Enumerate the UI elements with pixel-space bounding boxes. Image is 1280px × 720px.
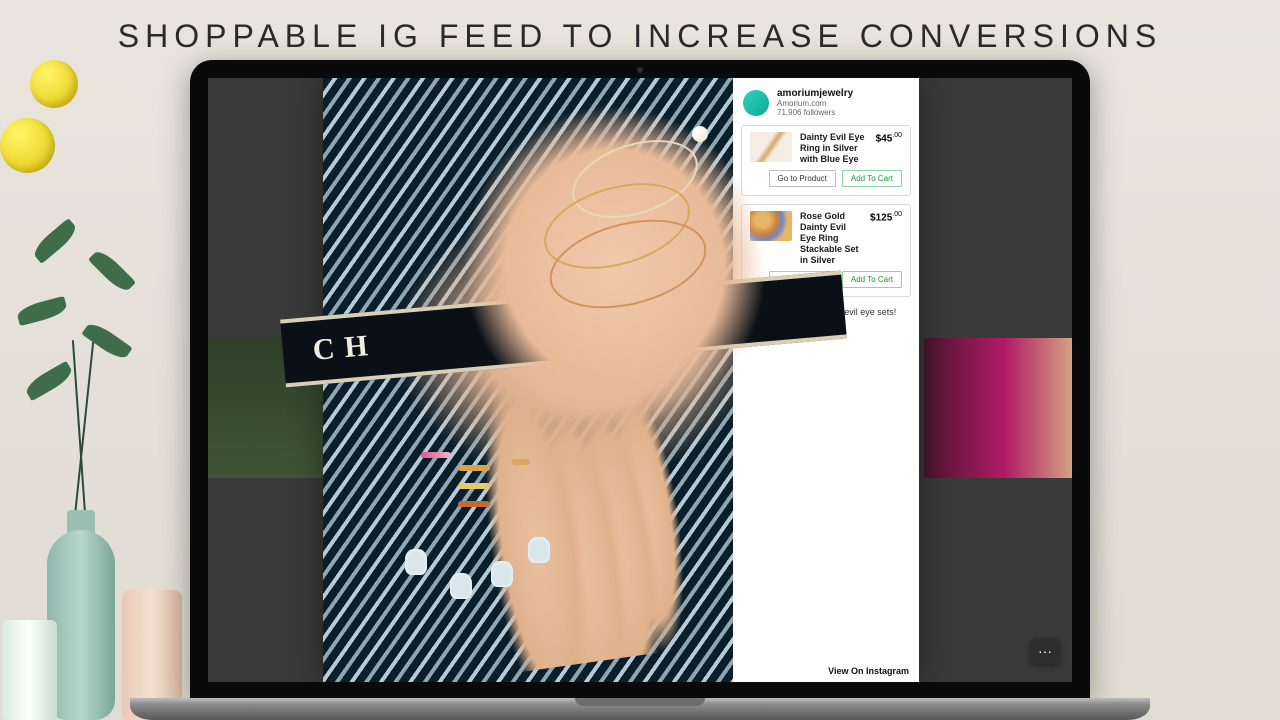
add-to-cart-button[interactable]: Add To Cart (842, 170, 902, 187)
laptop-viewport: ‹ amoriumjewelry Amorium.com 71 (208, 78, 1072, 682)
product-card: Dainty Evil Eye Ring in Silver with Blue… (741, 125, 911, 196)
slider-thumb-right[interactable] (924, 338, 1072, 478)
shoppable-popup: amoriumjewelry Amorium.com 71,906 follow… (323, 78, 919, 682)
page-headline: SHOPPABLE IG FEED TO INCREASE CONVERSION… (0, 18, 1280, 55)
laptop-camera-dot (637, 67, 643, 73)
product-thumbnail[interactable] (750, 132, 792, 162)
product-title: Rose Gold Dainty Evil Eye Ring Stackable… (800, 211, 862, 265)
laptop-base (130, 698, 1150, 720)
chat-widget-icon[interactable]: ··· (1030, 638, 1060, 664)
profile-username: amoriumjewelry (777, 88, 853, 99)
product-price: $125.00 (870, 211, 902, 223)
go-to-product-button[interactable]: Go to Product (769, 170, 836, 187)
profile-header[interactable]: amoriumjewelry Amorium.com 71,906 follow… (733, 78, 919, 125)
profile-site: Amorium.com (777, 99, 853, 108)
product-price: $45.00 (876, 132, 902, 144)
yellow-flower-ball (30, 60, 78, 108)
product-title: Dainty Evil Eye Ring in Silver with Blue… (800, 132, 868, 164)
avatar (743, 90, 769, 116)
profile-followers: 71,906 followers (777, 108, 853, 117)
yellow-flower-ball (0, 118, 55, 173)
laptop-mockup: ‹ amoriumjewelry Amorium.com 71 (130, 60, 1150, 720)
view-on-instagram-link[interactable]: View On Instagram (828, 666, 909, 676)
popup-instagram-image[interactable] (323, 78, 733, 682)
